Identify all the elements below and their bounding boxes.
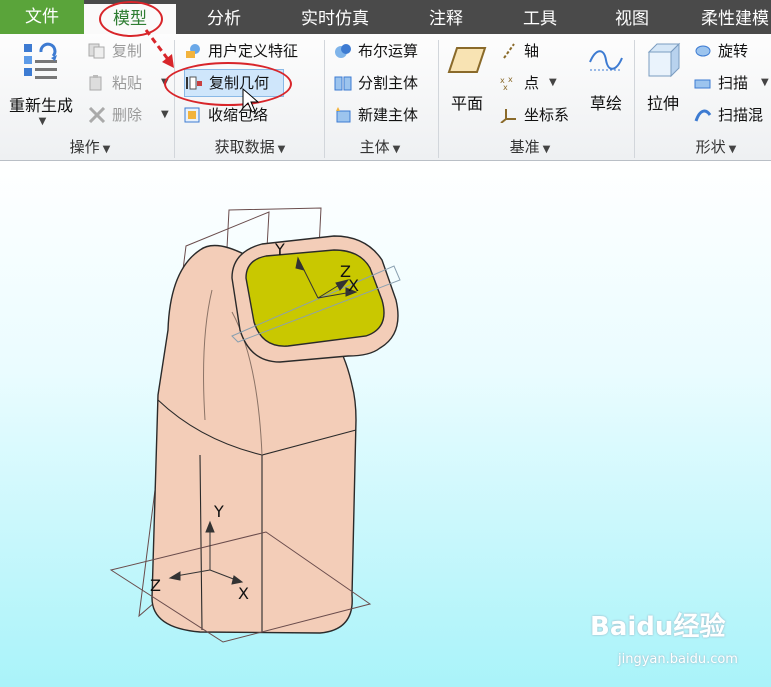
axis-label-z-bottom: Z xyxy=(150,576,161,595)
group-footer-shapes[interactable]: 形状 ▼ xyxy=(666,136,766,158)
group-footer-operation[interactable]: 操作 ▼ xyxy=(40,136,140,158)
svg-text:x: x xyxy=(503,83,508,91)
group-footer-datum[interactable]: 基准 ▼ xyxy=(480,136,580,158)
group-separator xyxy=(324,40,325,158)
csys-icon xyxy=(500,109,516,123)
svg-text:x: x xyxy=(508,75,513,84)
axis-label-x-top: X xyxy=(348,276,359,295)
paste-icon xyxy=(89,75,102,91)
plane-icon xyxy=(447,47,487,73)
sweep-icon xyxy=(694,79,711,89)
extrude-icon xyxy=(647,42,681,78)
regenerate-button[interactable]: 重新生成 ▼ xyxy=(6,40,76,127)
revolve-icon xyxy=(695,45,711,57)
axis-icon xyxy=(503,43,515,59)
group-separator xyxy=(438,40,439,158)
tab-tools[interactable]: 工具 xyxy=(502,4,578,34)
axis-label-y-top: Y xyxy=(275,240,285,259)
watermark-logo: Baidu经验 xyxy=(590,612,726,642)
regenerate-label: 重新生成 xyxy=(8,96,73,115)
tab-live-simulation[interactable]: 实时仿真 xyxy=(288,4,382,34)
split-body-icon xyxy=(334,76,352,91)
point-icon: x xx xyxy=(500,75,513,91)
group-footer-get-data[interactable]: 获取数据 ▼ xyxy=(190,136,310,158)
group-footer-body[interactable]: 主体 ▼ xyxy=(330,136,430,158)
chevron-down-icon: ▼ xyxy=(549,77,557,88)
regenerate-icon xyxy=(24,42,57,79)
extrude-button[interactable]: 拉伸 xyxy=(640,40,686,120)
group-separator xyxy=(634,40,635,158)
chevron-down-icon: ▼ xyxy=(38,116,47,127)
swept-blend-icon xyxy=(694,109,712,122)
tab-flexible-modeling[interactable]: 柔性建模 xyxy=(690,4,771,34)
chevron-down-icon: ▼ xyxy=(761,77,769,88)
watermark-url: jingyan.baidu.com xyxy=(618,652,738,667)
boolean-icon xyxy=(335,44,351,58)
axis-label-y-bottom: Y xyxy=(214,502,224,521)
tab-annotate[interactable]: 注释 xyxy=(408,4,484,34)
plane-button[interactable]: 平面 xyxy=(444,40,490,120)
tab-file[interactable]: 文件 xyxy=(0,0,84,34)
new-body-icon xyxy=(336,107,351,123)
delete-icon xyxy=(88,107,106,123)
sketch-button[interactable]: 草绘 xyxy=(584,40,628,120)
axis-label-x-bottom: X xyxy=(238,584,249,603)
tab-view[interactable]: 视图 xyxy=(596,4,668,34)
mouse-cursor-icon xyxy=(242,88,260,113)
chevron-down-icon: ▼ xyxy=(161,109,169,120)
shrinkwrap-icon xyxy=(184,107,200,123)
copy-icon xyxy=(88,43,105,59)
tab-analysis[interactable]: 分析 xyxy=(184,4,264,34)
annotation-arrow xyxy=(144,29,174,68)
sketch-icon xyxy=(589,50,623,71)
